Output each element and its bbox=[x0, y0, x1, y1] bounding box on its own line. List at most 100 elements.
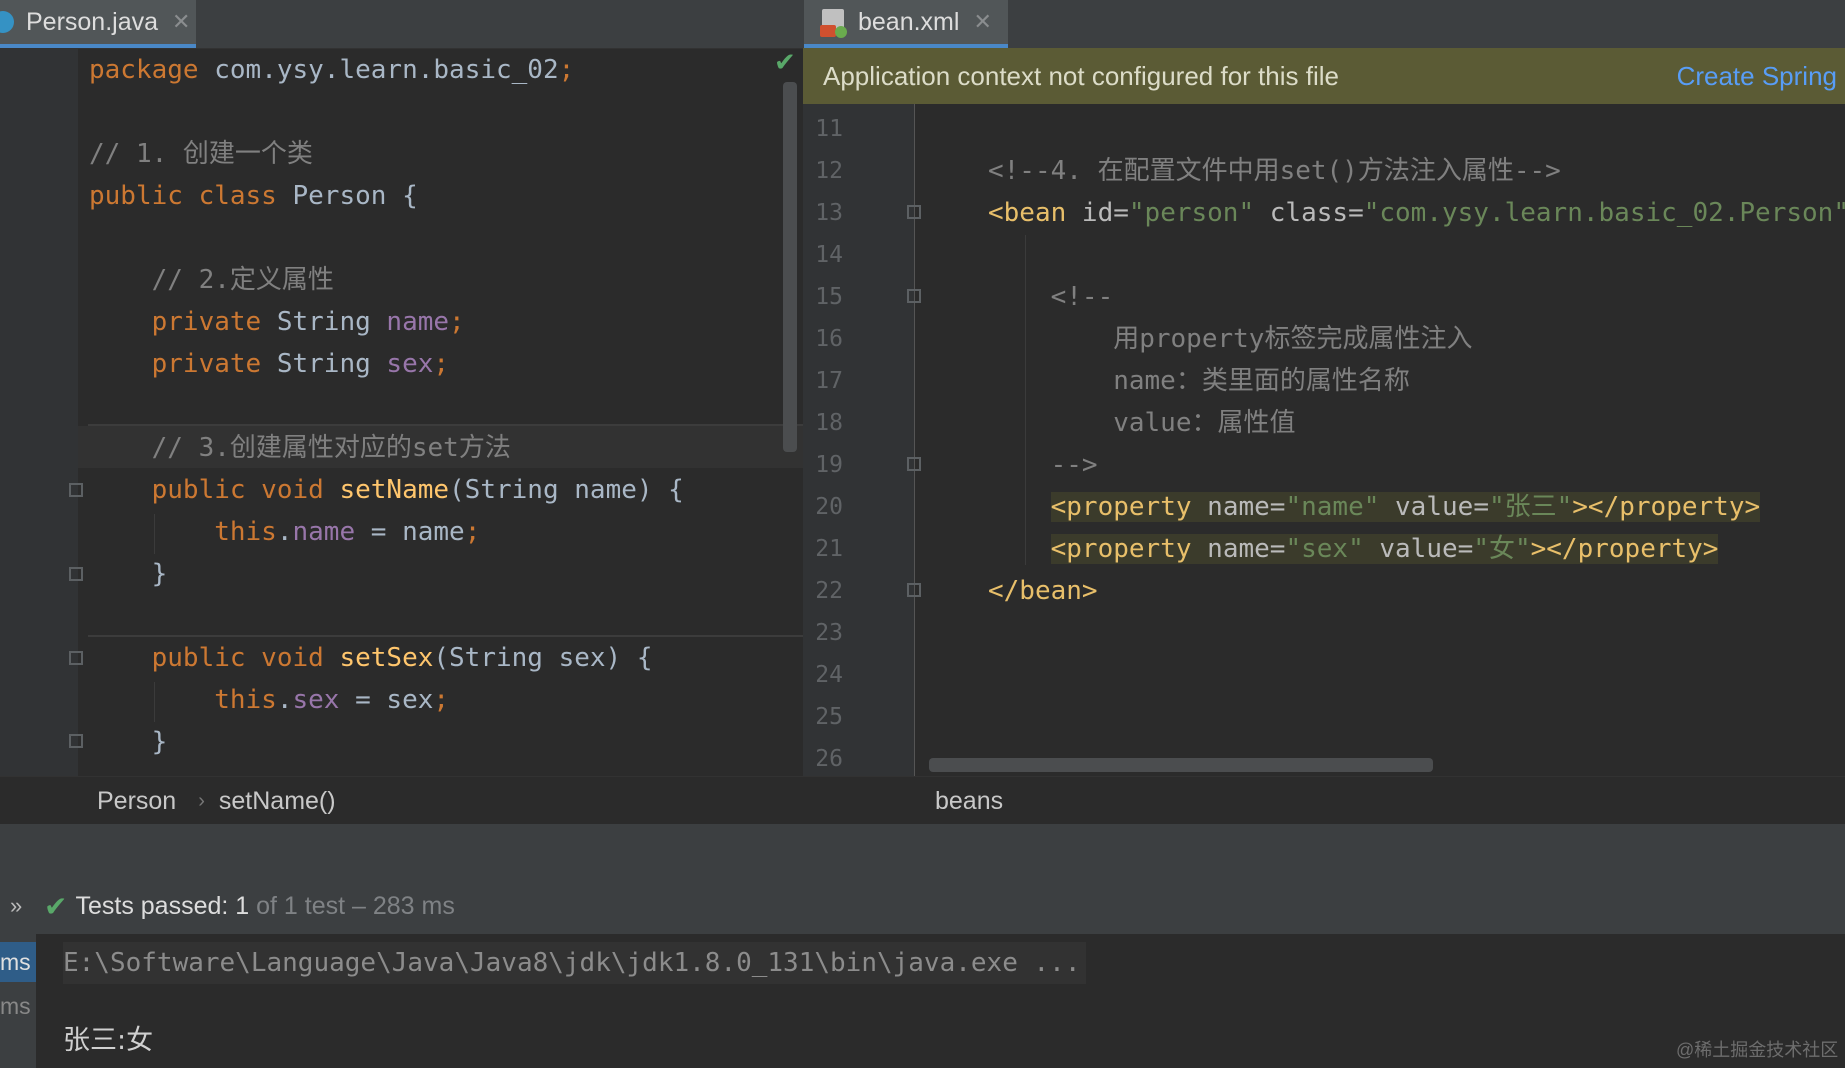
code-token: public class bbox=[89, 181, 293, 211]
code-line[interactable]: private String sex; bbox=[89, 343, 779, 385]
line-number: 18 bbox=[815, 410, 843, 436]
code-token: public void bbox=[89, 643, 340, 673]
fold-icon[interactable] bbox=[69, 483, 83, 497]
code-line[interactable]: private String name; bbox=[89, 301, 779, 343]
code-line[interactable]: value：属性值 bbox=[988, 402, 1845, 444]
test-tree-column: ms ms bbox=[0, 934, 36, 1068]
code-line[interactable] bbox=[89, 91, 779, 133]
line-number: 17 bbox=[815, 368, 843, 394]
fold-icon[interactable] bbox=[69, 734, 83, 748]
fold-icon[interactable] bbox=[907, 289, 921, 303]
left-gutter bbox=[0, 49, 78, 776]
code-token: <property bbox=[1050, 534, 1208, 564]
left-gutter-markers bbox=[0, 49, 6, 776]
code-token: = bbox=[1473, 492, 1489, 522]
code-token: name bbox=[292, 517, 356, 547]
code-token: --> bbox=[988, 450, 1098, 480]
code-line[interactable]: --> bbox=[988, 444, 1845, 486]
code-token: value：属性值 bbox=[988, 408, 1296, 438]
code-line[interactable]: this.sex = sex; bbox=[89, 679, 779, 721]
run-status-bar: » ✔ Tests passed: 1 of 1 test – 283 ms bbox=[0, 878, 1845, 935]
code-line[interactable]: </bean> bbox=[988, 570, 1845, 612]
code-token: <bean bbox=[988, 198, 1082, 228]
code-line[interactable] bbox=[988, 696, 1845, 738]
code-line[interactable]: public class Person { bbox=[89, 175, 779, 217]
code-line[interactable] bbox=[988, 108, 1845, 150]
code-line[interactable] bbox=[988, 612, 1845, 654]
close-icon[interactable]: ✕ bbox=[172, 9, 190, 35]
code-token: "person" bbox=[1128, 198, 1270, 228]
breadcrumb-method[interactable]: setName() bbox=[219, 787, 336, 816]
code-token: } bbox=[89, 559, 168, 589]
code-line[interactable]: // 1. 创建一个类 bbox=[89, 133, 779, 175]
tool-window-header bbox=[0, 824, 1845, 879]
code-line[interactable]: package com.ysy.learn.basic_02; bbox=[89, 49, 779, 91]
code-token: private bbox=[89, 349, 277, 379]
code-token: <!--4. 在配置文件中用set()方法注入属性--> bbox=[988, 156, 1561, 186]
code-line[interactable]: this.name = name; bbox=[89, 511, 779, 553]
inspection-ok-icon: ✔ bbox=[774, 48, 796, 78]
code-line[interactable]: } bbox=[89, 553, 779, 595]
code-token: = name bbox=[355, 517, 465, 547]
code-line[interactable]: // 3.创建属性对应的set方法 bbox=[89, 427, 779, 469]
code-line[interactable] bbox=[89, 217, 779, 259]
expand-icon[interactable]: » bbox=[10, 893, 40, 919]
code-line[interactable] bbox=[89, 595, 779, 637]
code-line[interactable]: name：类里面的属性名称 bbox=[988, 360, 1845, 402]
console-output-line: 张三:女 bbox=[63, 1025, 154, 1056]
breadcrumb-class[interactable]: Person bbox=[97, 787, 176, 816]
line-number: 21 bbox=[815, 536, 843, 562]
close-icon[interactable]: ✕ bbox=[973, 9, 991, 35]
code-line[interactable]: <property name="name" value="张三"></prope… bbox=[988, 486, 1845, 528]
spring-context-banner: Application context not configured for t… bbox=[803, 48, 1845, 104]
code-token: com.ysy.learn.basic_02 bbox=[214, 55, 559, 85]
code-token: <!-- bbox=[988, 282, 1114, 312]
code-token: class bbox=[1269, 198, 1349, 228]
code-token: (String sex) { bbox=[433, 643, 653, 673]
code-line[interactable]: <bean id="person" class="com.ysy.learn.b… bbox=[988, 192, 1845, 234]
code-line[interactable] bbox=[988, 234, 1845, 276]
tests-duration-text: of 1 test – 283 ms bbox=[249, 891, 455, 920]
code-token: ></property> bbox=[1530, 534, 1719, 564]
tab-person-java[interactable]: Person.java ✕ bbox=[0, 0, 196, 48]
fold-icon[interactable] bbox=[69, 567, 83, 581]
code-line[interactable]: public void setName(String name) { bbox=[89, 469, 779, 511]
code-line[interactable]: public void setSex(String sex) { bbox=[89, 637, 779, 679]
code-token: = sex bbox=[339, 685, 434, 715]
code-line[interactable]: } bbox=[89, 721, 779, 763]
code-token: 用property标签完成属性注入 bbox=[988, 324, 1473, 354]
xml-file-icon bbox=[820, 9, 847, 38]
watermark: @稀土掘金技术社区 bbox=[1676, 1040, 1839, 1060]
breadcrumb-tag[interactable]: beans bbox=[935, 787, 1003, 816]
line-number: 14 bbox=[815, 242, 843, 268]
fold-icon[interactable] bbox=[907, 583, 921, 597]
left-tab-bar: Person.java ✕ bbox=[0, 0, 803, 49]
tab-label: bean.xml bbox=[858, 7, 960, 36]
code-token: ></property> bbox=[1572, 492, 1761, 522]
code-token: public void bbox=[89, 475, 340, 505]
right-code-area[interactable]: <!--4. 在配置文件中用set()方法注入属性--> <bean id="pe… bbox=[988, 108, 1845, 780]
code-line[interactable]: <!-- bbox=[988, 276, 1845, 318]
code-line[interactable]: 用property标签完成属性注入 bbox=[988, 318, 1845, 360]
code-line[interactable] bbox=[89, 385, 779, 427]
code-line[interactable]: // 2.定义属性 bbox=[89, 259, 779, 301]
code-line[interactable] bbox=[988, 654, 1845, 696]
create-spring-link[interactable]: Create Spring bbox=[1677, 61, 1837, 92]
code-line[interactable]: <property name="sex" value="女"></propert… bbox=[988, 528, 1845, 570]
fold-icon[interactable] bbox=[907, 457, 921, 471]
code-token: . bbox=[276, 685, 293, 715]
fold-icon[interactable] bbox=[69, 651, 83, 665]
tests-passed-text: Tests passed: 1 bbox=[75, 891, 250, 920]
test-time-label[interactable]: ms bbox=[0, 986, 36, 1026]
fold-icon[interactable] bbox=[907, 205, 921, 219]
test-time-label[interactable]: ms bbox=[0, 942, 36, 982]
tab-bean-xml[interactable]: bean.xml ✕ bbox=[804, 0, 1008, 48]
code-line[interactable]: <!--4. 在配置文件中用set()方法注入属性--> bbox=[988, 150, 1845, 192]
left-code-area[interactable]: package com.ysy.learn.basic_02; // 1. 创建一… bbox=[89, 49, 779, 763]
line-number: 22 bbox=[815, 578, 843, 604]
code-token: } bbox=[89, 727, 168, 757]
right-horizontal-scrollbar[interactable] bbox=[929, 758, 1433, 772]
java-class-icon bbox=[0, 11, 14, 33]
line-number: 24 bbox=[815, 662, 843, 688]
code-token: "女" bbox=[1473, 534, 1531, 564]
